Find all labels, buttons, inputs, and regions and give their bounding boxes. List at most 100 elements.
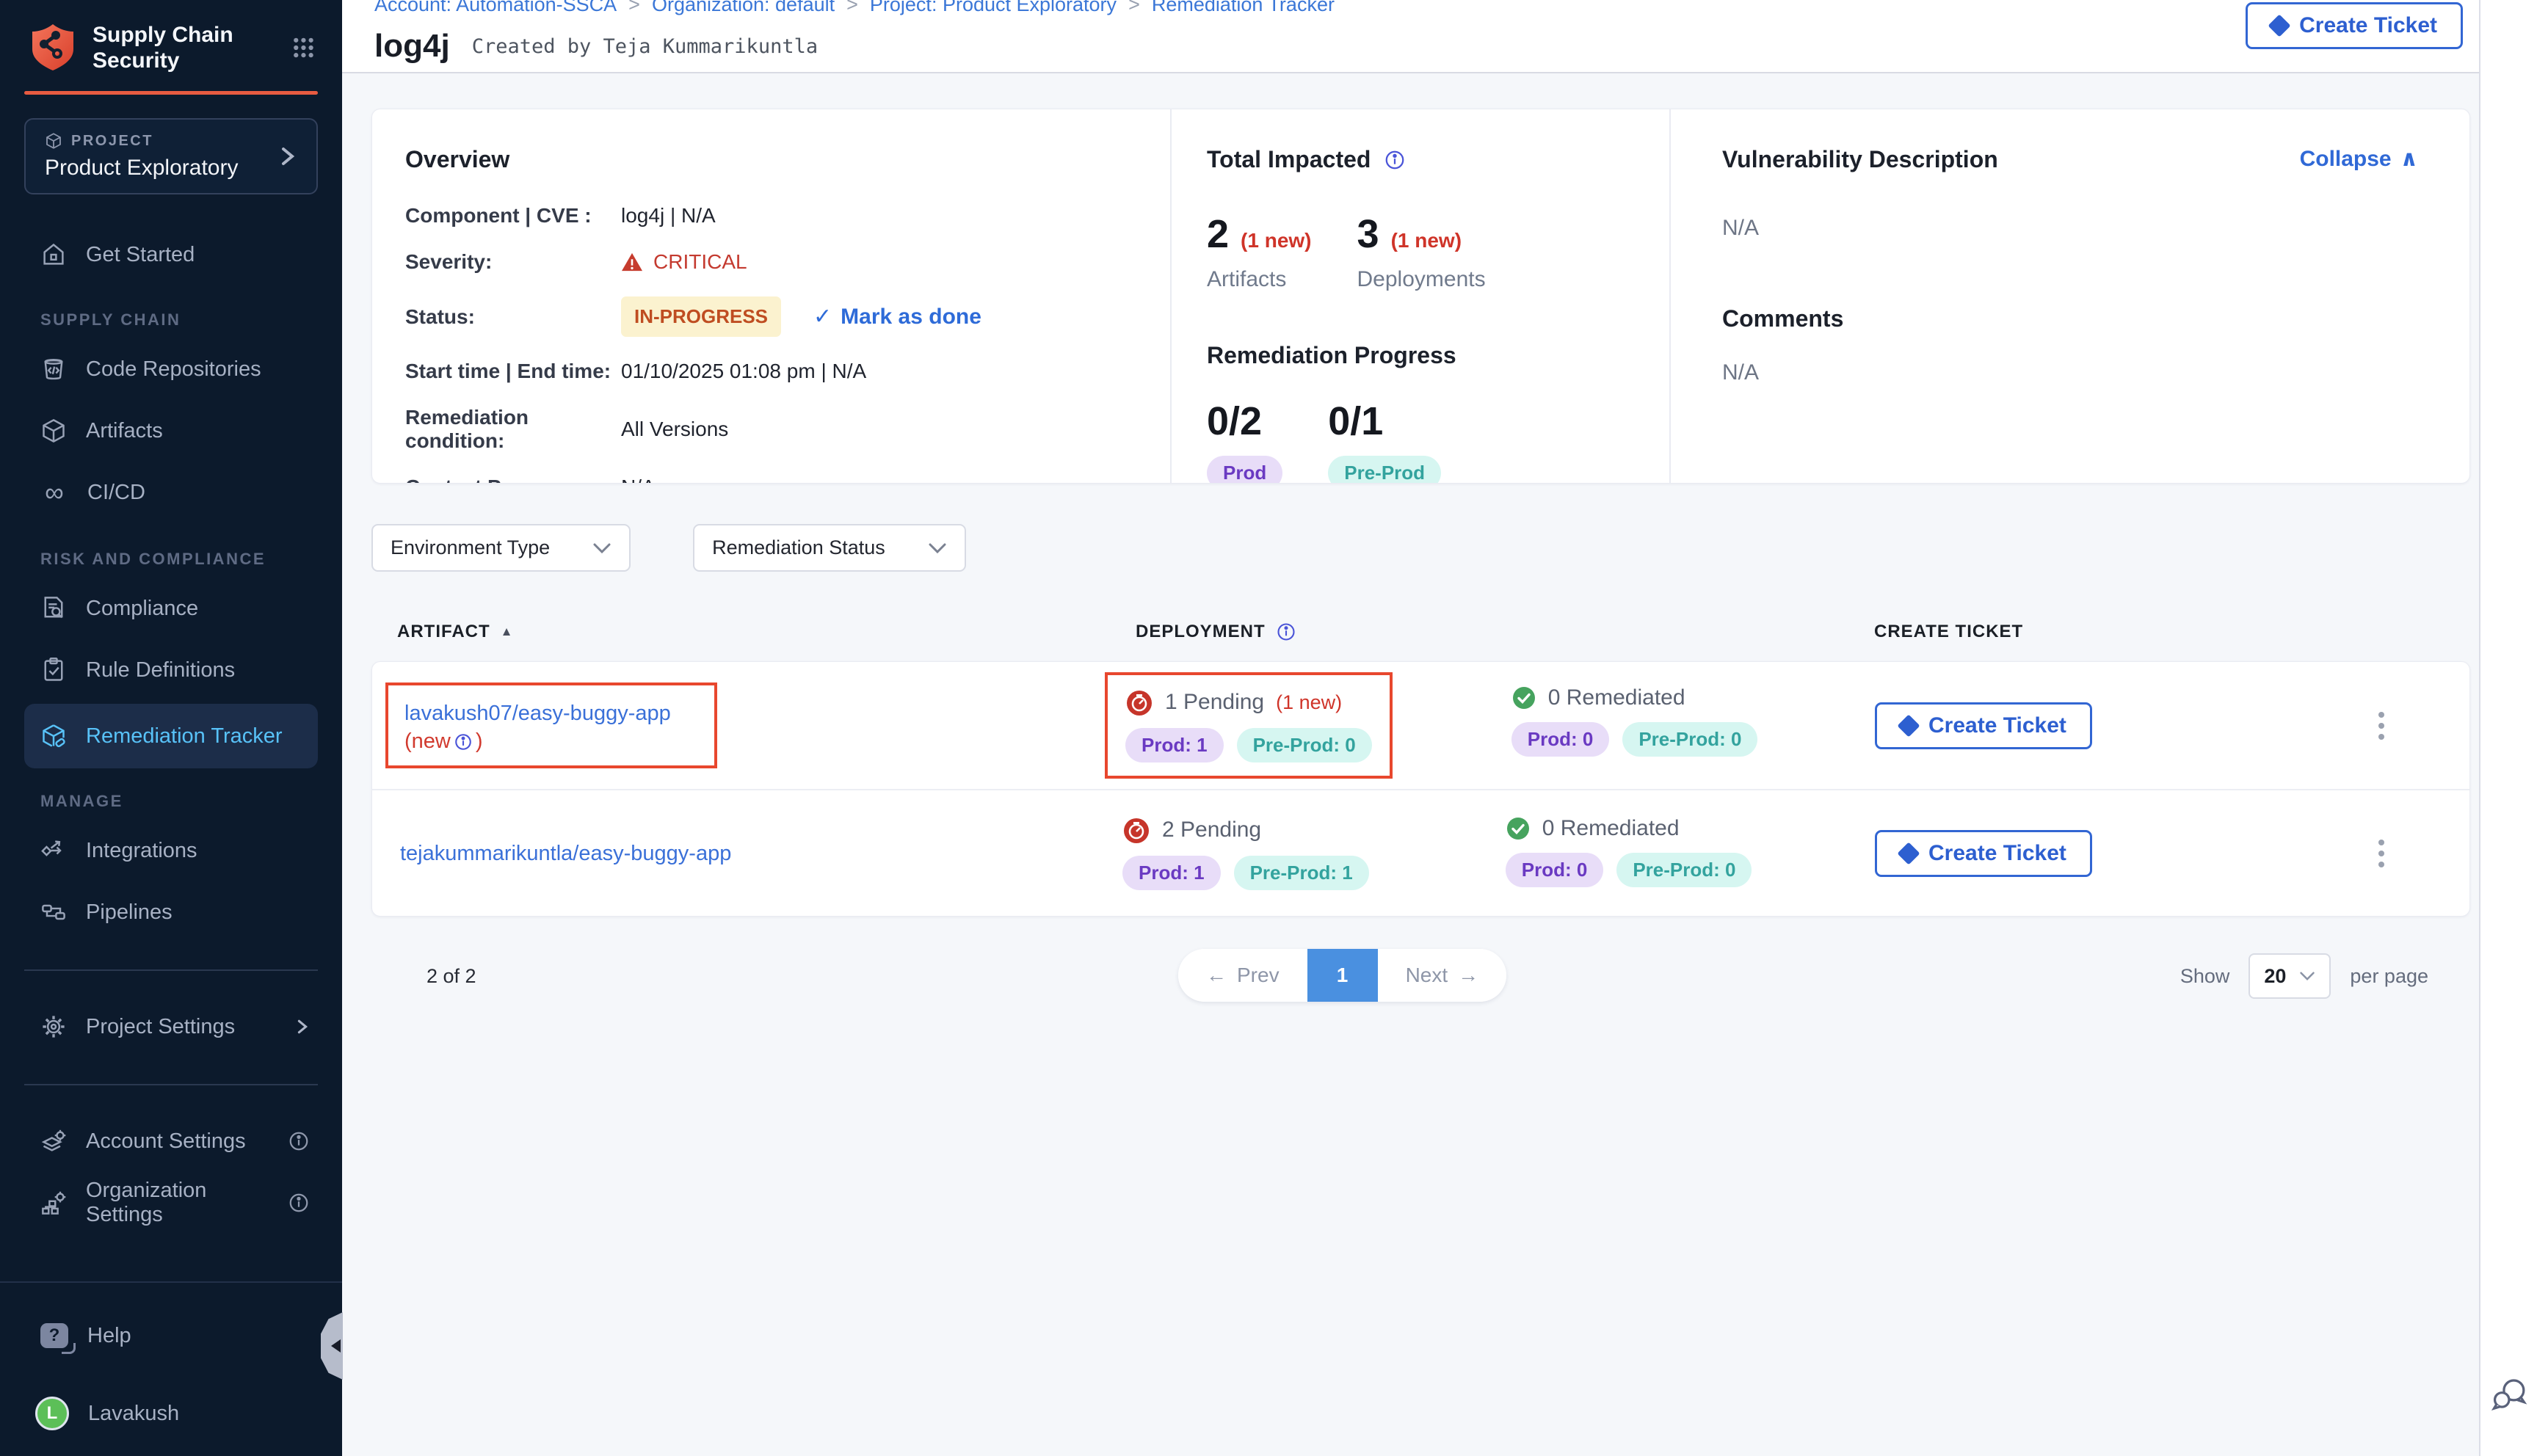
info-icon[interactable] bbox=[288, 1130, 310, 1152]
remediated-check-icon bbox=[1506, 816, 1531, 841]
time-value: 01/10/2025 01:08 pm | N/A bbox=[621, 360, 1137, 383]
per-page-select[interactable]: 20 bbox=[2249, 953, 2331, 999]
document-search-icon bbox=[40, 595, 67, 622]
project-selector[interactable]: PROJECT Product Exploratory bbox=[24, 118, 318, 194]
user-name: Lavakush bbox=[88, 1402, 179, 1426]
overview-card: Overview Component | CVE : log4j | N/A S… bbox=[371, 109, 2470, 484]
arrow-left-icon: ← bbox=[1206, 964, 1227, 987]
section-supply-chain: SUPPLY CHAIN bbox=[0, 310, 342, 330]
pager: ← Prev 1 Next → bbox=[1178, 949, 1506, 1002]
ticket-diamond-icon bbox=[1897, 714, 1920, 737]
pending-new-count: (1 new) bbox=[1276, 691, 1342, 714]
row-menu-kebab-icon[interactable] bbox=[2374, 835, 2389, 872]
sidebar-item-help[interactable]: ? Help bbox=[0, 1315, 342, 1356]
component-cve-value: log4j | N/A bbox=[621, 204, 1137, 228]
arrow-right-icon: → bbox=[1458, 964, 1478, 987]
sidebar-item-pipelines[interactable]: Pipelines bbox=[0, 892, 342, 933]
sidebar-item-cicd[interactable]: ∞ CI/CD bbox=[0, 472, 342, 513]
prod-badge: Prod bbox=[1207, 456, 1282, 484]
artifact-new-flag-close: ) bbox=[476, 729, 483, 754]
sidebar-item-label: Help bbox=[87, 1324, 131, 1348]
severity-value: CRITICAL bbox=[653, 250, 747, 274]
total-impacted-heading: Total Impacted bbox=[1207, 146, 1371, 173]
info-icon[interactable] bbox=[1276, 622, 1296, 642]
prod-count-badge: Prod: 0 bbox=[1511, 722, 1610, 757]
create-ticket-button[interactable]: Create Ticket bbox=[1875, 702, 2092, 749]
artifact-link[interactable]: lavakush07/easy-buggy-app bbox=[404, 697, 698, 729]
content-area: Overview Component | CVE : log4j | N/A S… bbox=[342, 73, 2479, 1456]
contact-value: N/A bbox=[621, 476, 1137, 484]
sidebar-item-user[interactable]: L Lavakush bbox=[0, 1393, 342, 1434]
artifact-link[interactable]: tejakummarikuntla/easy-buggy-app bbox=[400, 837, 1111, 870]
column-header-artifact[interactable]: ARTIFACT ▲ bbox=[397, 622, 1136, 642]
sidebar-item-code-repositories[interactable]: Code Repositories bbox=[0, 349, 342, 390]
status-badge: IN-PROGRESS bbox=[621, 296, 781, 337]
app-switcher-grid-icon[interactable] bbox=[291, 32, 316, 63]
breadcrumb-separator: > bbox=[628, 0, 640, 16]
page-number-button[interactable]: 1 bbox=[1307, 949, 1378, 1002]
sidebar-item-remediation-tracker[interactable]: Remediation Tracker bbox=[24, 704, 318, 768]
overview-section: Overview Component | CVE : log4j | N/A S… bbox=[372, 109, 1170, 483]
sidebar-footer: ? Help L Lavakush bbox=[0, 1281, 342, 1456]
mark-as-done-button[interactable]: ✓ Mark as done bbox=[813, 304, 981, 330]
comments-value: N/A bbox=[1722, 360, 2418, 385]
sidebar-item-label: CI/CD bbox=[87, 481, 145, 505]
main-area: Account: Automation-SSCA > Organization:… bbox=[342, 0, 2479, 1456]
sidebar-item-artifacts[interactable]: Artifacts bbox=[0, 410, 342, 451]
environment-type-filter[interactable]: Environment Type bbox=[371, 524, 631, 572]
create-ticket-button[interactable]: Create Ticket bbox=[1875, 830, 2092, 877]
chevron-down-icon bbox=[2299, 971, 2315, 981]
breadcrumb-organization[interactable]: Organization: default bbox=[652, 0, 835, 16]
sort-ascending-icon[interactable]: ▲ bbox=[501, 625, 514, 639]
chevron-right-icon bbox=[295, 1016, 310, 1038]
row-menu-kebab-icon[interactable] bbox=[2374, 707, 2389, 744]
info-icon[interactable] bbox=[288, 1192, 310, 1214]
vulnerability-value: N/A bbox=[1722, 216, 2418, 241]
status-label: Status: bbox=[405, 305, 621, 329]
contact-label: Contact Person: bbox=[405, 476, 621, 484]
artifact-new-flag: (new bbox=[404, 729, 451, 754]
brand-accent-bar bbox=[24, 91, 318, 95]
deployments-stat-label: Deployments bbox=[1357, 267, 1486, 292]
info-icon[interactable] bbox=[1384, 149, 1406, 171]
artifacts-stat-label: Artifacts bbox=[1207, 267, 1312, 292]
artifacts-count: 2 bbox=[1207, 211, 1229, 257]
preprod-badge: Pre-Prod bbox=[1328, 456, 1441, 484]
breadcrumb-page[interactable]: Remediation Tracker bbox=[1152, 0, 1335, 16]
section-manage: MANAGE bbox=[0, 792, 342, 811]
per-page-label: per page bbox=[2350, 965, 2428, 988]
support-chat-icon[interactable] bbox=[2489, 1374, 2530, 1418]
sidebar-item-account-settings[interactable]: Account Settings bbox=[0, 1121, 342, 1162]
app-logo-row: Supply Chain Security bbox=[0, 0, 342, 73]
next-page-button[interactable]: Next → bbox=[1378, 949, 1507, 1002]
chevron-down-icon bbox=[592, 542, 611, 554]
breadcrumb-separator: > bbox=[1128, 0, 1140, 16]
sidebar-item-label: Get Started bbox=[86, 243, 195, 267]
sidebar-item-integrations[interactable]: Integrations bbox=[0, 830, 342, 871]
sidebar-item-compliance[interactable]: Compliance bbox=[0, 588, 342, 629]
sidebar-item-label: Project Settings bbox=[86, 1015, 235, 1039]
breadcrumb-account[interactable]: Account: Automation-SSCA bbox=[374, 0, 617, 16]
collapse-button[interactable]: Collapse ∧ bbox=[2300, 146, 2418, 172]
column-header-deployment: DEPLOYMENT bbox=[1136, 622, 1874, 642]
info-icon[interactable] bbox=[454, 732, 473, 751]
create-ticket-button[interactable]: Create Ticket bbox=[2246, 2, 2463, 49]
preprod-progress-count: 0/1 bbox=[1328, 398, 1441, 444]
preprod-count-badge: Pre-Prod: 1 bbox=[1234, 856, 1369, 890]
sidebar-item-project-settings[interactable]: Project Settings bbox=[0, 1006, 342, 1047]
sidebar-item-label: Remediation Tracker bbox=[86, 724, 283, 749]
breadcrumb: Account: Automation-SSCA > Organization:… bbox=[374, 0, 2479, 16]
remediated-count: 0 Remediated bbox=[1542, 816, 1680, 841]
sidebar-item-organization-settings[interactable]: Organization Settings bbox=[0, 1182, 342, 1223]
code-repository-icon bbox=[40, 356, 67, 382]
sidebar-item-label: Code Repositories bbox=[86, 357, 261, 382]
prev-page-button[interactable]: ← Prev bbox=[1178, 949, 1307, 1002]
sidebar-item-get-started[interactable]: Get Started bbox=[0, 234, 342, 275]
remediated-group: 0 Remediated Prod: 0 Pre-Prod: 0 bbox=[1506, 803, 1752, 887]
sidebar-item-rule-definitions[interactable]: Rule Definitions bbox=[0, 649, 342, 691]
remediation-status-filter[interactable]: Remediation Status bbox=[693, 524, 966, 572]
remediation-table: lavakush07/easy-buggy-app (new ) 1 Pendi… bbox=[371, 661, 2470, 917]
breadcrumb-project[interactable]: Project: Product Exploratory bbox=[870, 0, 1117, 16]
chevron-up-icon: ∧ bbox=[2400, 146, 2418, 172]
sidebar-divider bbox=[24, 969, 318, 971]
